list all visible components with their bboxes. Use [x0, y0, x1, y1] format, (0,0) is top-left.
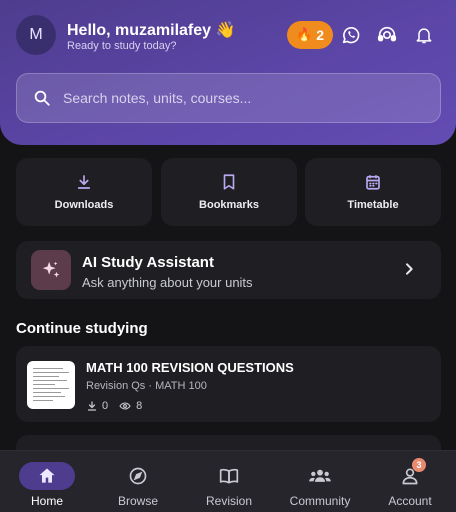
downloads-label: Downloads [54, 199, 114, 211]
bottom-nav: Home Browse Revision Community 3 Account [0, 450, 456, 512]
support-agent-icon[interactable] [375, 23, 399, 47]
bell-icon[interactable] [412, 23, 436, 47]
search-icon [34, 90, 50, 106]
streak-count: 2 [316, 27, 324, 43]
calendar-icon [366, 175, 380, 190]
nav-browse-label: Browse [117, 494, 158, 508]
notification-badge: 3 [412, 458, 426, 472]
download-icon [77, 175, 91, 189]
header: M Hello, muzamilafey 👋 Ready to study to… [0, 0, 456, 145]
nav-home[interactable]: Home [7, 451, 87, 512]
search-input[interactable] [63, 74, 423, 122]
continue-item[interactable]: MATH 100 REVISION QUESTIONS Revision Qs … [16, 346, 441, 422]
nav-community-label: Community [289, 494, 351, 508]
bookmark-icon [223, 174, 235, 190]
nav-revision-label: Revision [205, 494, 253, 508]
subgreeting-text: Ready to study today? [67, 40, 177, 52]
bookmarks-button[interactable]: Bookmarks [161, 158, 297, 226]
item-stats: 0 8 [86, 400, 142, 412]
chevron-right-icon [406, 263, 413, 275]
downloads-button[interactable]: Downloads [16, 158, 152, 226]
ai-study-assistant-card[interactable]: AI Study Assistant Ask anything about yo… [16, 241, 441, 299]
download-count: 0 [102, 400, 109, 412]
people-icon [292, 462, 348, 490]
nav-account[interactable]: 3 Account [370, 451, 450, 512]
fire-icon: 🔥 [296, 27, 313, 42]
continue-studying-title: Continue studying [16, 320, 148, 337]
sparkles-icon [31, 250, 71, 290]
account-icon: 3 [382, 458, 438, 490]
bookmarks-label: Bookmarks [199, 199, 259, 211]
nav-revision[interactable]: Revision [189, 451, 269, 512]
nav-home-label: Home [30, 494, 63, 508]
item-title: MATH 100 REVISION QUESTIONS [86, 360, 294, 375]
timetable-label: Timetable [347, 199, 399, 211]
document-thumbnail [27, 361, 75, 409]
streak-badge[interactable]: 🔥 2 [287, 21, 333, 49]
home-icon [19, 462, 75, 490]
download-icon [87, 401, 97, 411]
avatar[interactable]: M [16, 15, 56, 55]
search-bar[interactable] [16, 73, 441, 123]
whatsapp-icon[interactable] [339, 23, 363, 47]
book-icon [201, 462, 257, 490]
compass-icon [110, 462, 166, 490]
nav-account-label: Account [388, 494, 432, 508]
nav-community[interactable]: Community [280, 451, 360, 512]
assistant-title: AI Study Assistant [82, 254, 214, 271]
view-count: 8 [136, 400, 143, 412]
assistant-subtitle: Ask anything about your units [82, 275, 253, 290]
item-subtitle: Revision Qs · MATH 100 [86, 380, 207, 392]
nav-browse[interactable]: Browse [98, 451, 178, 512]
timetable-button[interactable]: Timetable [305, 158, 441, 226]
eye-icon [119, 402, 131, 410]
greeting-text: Hello, muzamilafey 👋 [67, 22, 236, 39]
